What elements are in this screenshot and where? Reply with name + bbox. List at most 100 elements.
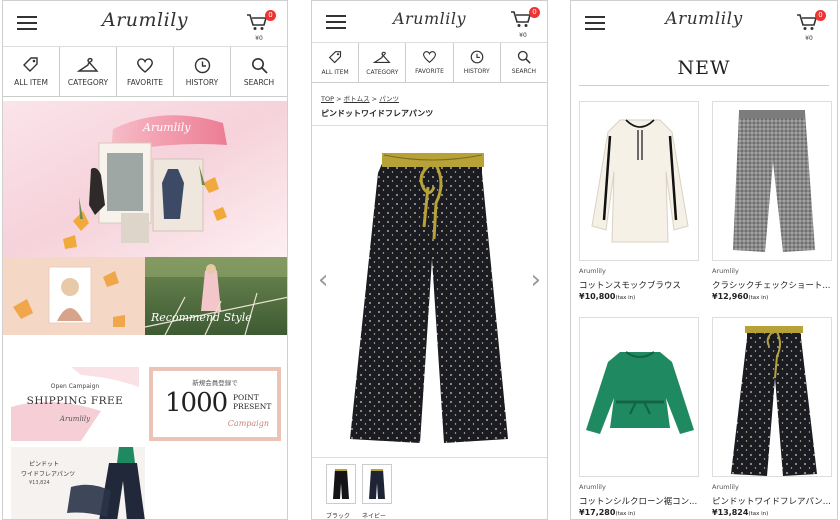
nav-label: FAVORITE <box>415 68 444 75</box>
point-banner-number: 1000 <box>165 388 228 418</box>
nav-favorite[interactable]: FAVORITE <box>406 43 454 82</box>
hero-logo-text: Arumlily <box>143 121 191 134</box>
price-value: ¥17,280 <box>579 508 616 517</box>
nav-label: SEARCH <box>511 68 537 75</box>
nav-history[interactable]: HISTORY <box>454 43 501 82</box>
product-title: ピンドットワイドフレアパンツ <box>321 109 434 118</box>
cart-count-badge: 0 <box>265 10 276 21</box>
product-name[interactable]: ピンドットワイドフレアパン... <box>712 495 831 507</box>
color-thumb-navy[interactable] <box>362 464 392 504</box>
chevron-left-icon[interactable]: ‹ <box>318 267 328 293</box>
recommend-style-text: Recommend Style <box>151 311 252 324</box>
cart-button[interactable]: 0 ¥0 <box>795 10 826 42</box>
section-title: NEW <box>677 57 731 79</box>
color-thumbnails: ブラック ネイビー <box>312 457 547 520</box>
hero-banner[interactable]: Arumlily <box>3 101 287 257</box>
category-nav: ALL ITEM CATEGORY FAVORITE HISTORY SEARC… <box>3 47 287 97</box>
price-value: ¥13,824 <box>712 508 749 517</box>
clock-icon <box>470 50 484 64</box>
color-label: ネイビー <box>362 513 387 520</box>
color-label: ブラック <box>326 513 351 520</box>
product-image[interactable] <box>712 317 832 477</box>
price-value: ¥12,960 <box>712 292 749 301</box>
breadcrumb: TOP > ボトムス > パンツ <box>321 95 400 103</box>
tax-note: (tax in) <box>615 295 636 301</box>
new-arrivals-screen: Arumlily 0 ¥0 NEW Arumlily コットンスモックブラウス … <box>570 0 838 520</box>
product-name[interactable]: コットンシルクローン裾コン... <box>579 495 697 507</box>
product-detail-screen: Arumlily 0 ¥0 ALL ITEM CATEGORY FAVORITE… <box>311 0 548 520</box>
header: Arumlily 0 ¥0 <box>3 1 287 47</box>
heart-icon <box>422 51 437 64</box>
product-brand: Arumlily <box>579 483 606 491</box>
category-nav: ALL ITEM CATEGORY FAVORITE HISTORY SEARC… <box>312 43 547 83</box>
pants-banner-line2: ワイドフレアパンツ <box>21 471 76 478</box>
breadcrumb-link[interactable]: ボトムス <box>344 95 370 103</box>
nav-category[interactable]: CATEGORY <box>60 47 117 96</box>
product-name[interactable]: クラシックチェックショート... <box>712 279 830 291</box>
cart-amount: ¥0 <box>255 35 263 42</box>
tax-note: (tax in) <box>748 511 769 517</box>
product-image[interactable] <box>579 101 699 261</box>
price-value: ¥10,800 <box>579 292 616 301</box>
product-brand: Arumlily <box>712 267 739 275</box>
search-icon <box>517 50 531 64</box>
chevron-right-icon[interactable]: › <box>531 267 541 293</box>
cart-amount: ¥0 <box>519 32 527 39</box>
shipping-free-banner[interactable]: Open Campaign SHIPPING FREE Arumlily <box>11 367 139 441</box>
flower-portrait-banner[interactable] <box>3 257 145 335</box>
nav-label: CATEGORY <box>67 78 109 87</box>
header: Arumlily 0 ¥0 <box>571 1 837 47</box>
nav-category[interactable]: CATEGORY <box>359 43 407 82</box>
tag-icon <box>23 57 38 72</box>
cart-button[interactable]: 0 ¥0 <box>509 7 540 39</box>
nav-label: CATEGORY <box>366 68 399 76</box>
color-thumb-black[interactable] <box>326 464 356 504</box>
nav-history[interactable]: HISTORY <box>174 47 231 96</box>
product-price: ¥10,800(tax in) <box>579 292 635 301</box>
cart-count-badge: 0 <box>815 10 826 21</box>
nav-search[interactable]: SEARCH <box>231 47 287 96</box>
product-image[interactable] <box>712 101 832 261</box>
nav-label: ALL ITEM <box>321 68 349 76</box>
hanger-icon <box>77 57 99 72</box>
point-banner-top: 新規会員登録で <box>192 379 238 387</box>
tax-note: (tax in) <box>748 295 769 301</box>
product-price: ¥13,824(tax in) <box>712 508 768 517</box>
product-image[interactable] <box>579 317 699 477</box>
cart-count-badge: 0 <box>529 7 540 18</box>
clock-icon <box>194 57 210 73</box>
nav-all-item[interactable]: ALL ITEM <box>3 47 60 96</box>
hanger-icon <box>373 51 391 63</box>
point-banner-point: POINT <box>233 393 259 402</box>
shipping-free-title: SHIPPING FREE <box>26 395 124 407</box>
product-name[interactable]: コットンスモックブラウス <box>579 279 681 291</box>
nav-all-item[interactable]: ALL ITEM <box>312 43 360 82</box>
cart-amount: ¥0 <box>805 35 813 42</box>
shipping-campaign-label: Open Campaign <box>50 383 100 390</box>
breadcrumb-link[interactable]: パンツ <box>379 95 399 103</box>
product-price: ¥17,280(tax in) <box>579 508 635 517</box>
nav-search[interactable]: SEARCH <box>501 43 547 82</box>
breadcrumb-link[interactable]: TOP <box>321 95 334 103</box>
header: Arumlily 0 ¥0 <box>312 1 547 43</box>
divider <box>312 125 547 126</box>
recommend-style-banner[interactable]: Recommend Style <box>145 257 287 335</box>
heart-icon <box>137 57 153 73</box>
product-brand: Arumlily <box>579 267 606 275</box>
pants-banner-line1: ピンドット <box>29 461 60 468</box>
point-present-banner[interactable]: 新規会員登録で 1000 POINT PRESENT Campaign <box>149 367 281 441</box>
home-screen: Arumlily 0 ¥0 ALL ITEM CATEGORY FAVORITE… <box>2 0 288 520</box>
divider <box>579 85 829 86</box>
product-price: ¥12,960(tax in) <box>712 292 768 301</box>
tag-icon <box>328 50 341 63</box>
product-main-image[interactable] <box>332 139 528 447</box>
tax-note: (tax in) <box>615 511 636 517</box>
point-banner-sub: Campaign <box>227 419 269 428</box>
nav-favorite[interactable]: FAVORITE <box>117 47 174 96</box>
nav-label: ALL ITEM <box>14 78 48 87</box>
shipping-sign: Arumlily <box>59 415 91 423</box>
product-brand: Arumlily <box>712 483 739 491</box>
point-banner-present: PRESENT <box>233 402 272 411</box>
pants-feature-banner[interactable]: ピンドット ワイドフレアパンツ ¥13,824 <box>11 447 145 519</box>
cart-button[interactable]: 0 ¥0 <box>245 10 276 42</box>
